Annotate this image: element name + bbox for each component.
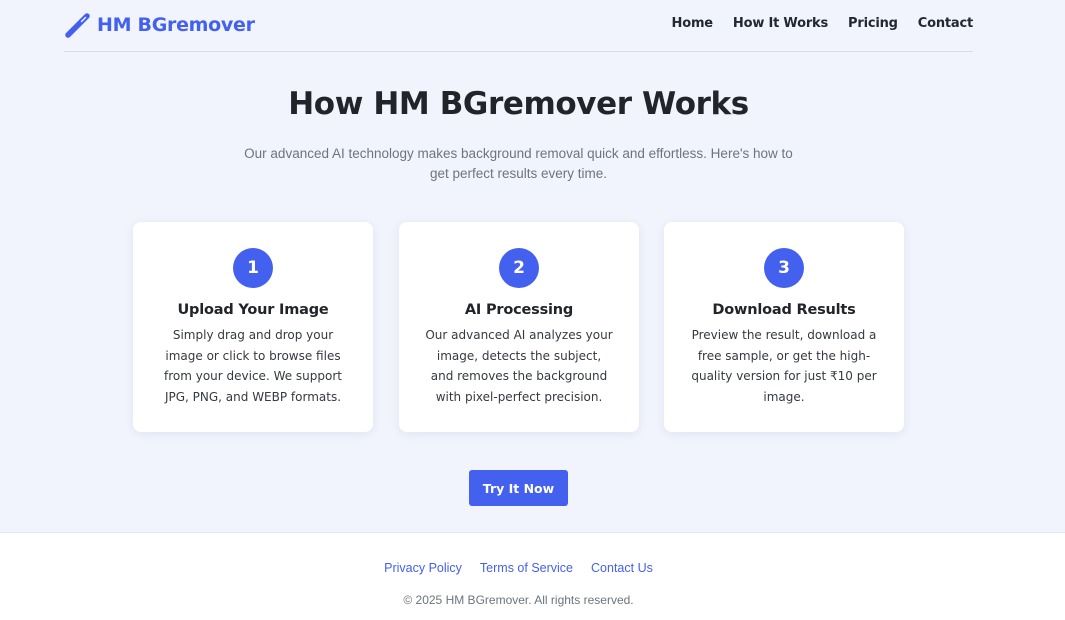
main-nav: Home How It Works Pricing Contact (672, 16, 974, 31)
step-description: Simply drag and drop your image or click… (163, 328, 342, 404)
step-title: Download Results (712, 302, 856, 318)
step-description: Our advanced AI analyzes your image, det… (425, 328, 613, 404)
step-title: Upload Your Image (177, 302, 329, 318)
step-card-download: 3 Download Results Preview the result, d… (664, 222, 904, 432)
brand-logo-link[interactable]: HM BGremover (64, 10, 255, 40)
step-number-badge: 2 (499, 248, 539, 288)
footer-link-terms-of-service[interactable]: Terms of Service (480, 561, 573, 575)
copyright-text: © 2025 HM BGremover. All rights reserved… (403, 593, 634, 607)
step-number-badge: 1 (233, 248, 273, 288)
step-number-badge: 3 (764, 248, 804, 288)
page-subtitle: Our advanced AI technology makes backgro… (244, 146, 793, 181)
nav-link-pricing[interactable]: Pricing (848, 16, 898, 31)
site-footer: Privacy Policy Terms of Service Contact … (0, 532, 1065, 620)
footer-link-privacy-policy[interactable]: Privacy Policy (384, 561, 462, 575)
nav-link-contact[interactable]: Contact (918, 16, 973, 31)
footer-link-contact-us[interactable]: Contact Us (591, 561, 653, 575)
step-card-processing: 2 AI Processing Our advanced AI analyzes… (399, 222, 639, 432)
step-title: AI Processing (464, 302, 574, 318)
magic-wand-icon (65, 12, 90, 38)
step-card-upload: 1 Upload Your Image Simply drag and drop… (133, 222, 373, 432)
footer-links: Privacy Policy Terms of Service Contact … (0, 561, 1037, 575)
step-description: Preview the result, download a free samp… (691, 328, 877, 404)
try-it-now-button[interactable]: Try It Now (469, 470, 568, 506)
main-area: HM BGremover Home How It Works Pricing C… (0, 0, 1065, 532)
brand-name: HM BGremover (97, 14, 255, 36)
nav-link-how-it-works[interactable]: How It Works (733, 16, 828, 31)
site-header: HM BGremover Home How It Works Pricing C… (64, 0, 973, 52)
page-title: How HM BGremover Works (288, 86, 749, 122)
nav-link-home[interactable]: Home (672, 16, 714, 31)
